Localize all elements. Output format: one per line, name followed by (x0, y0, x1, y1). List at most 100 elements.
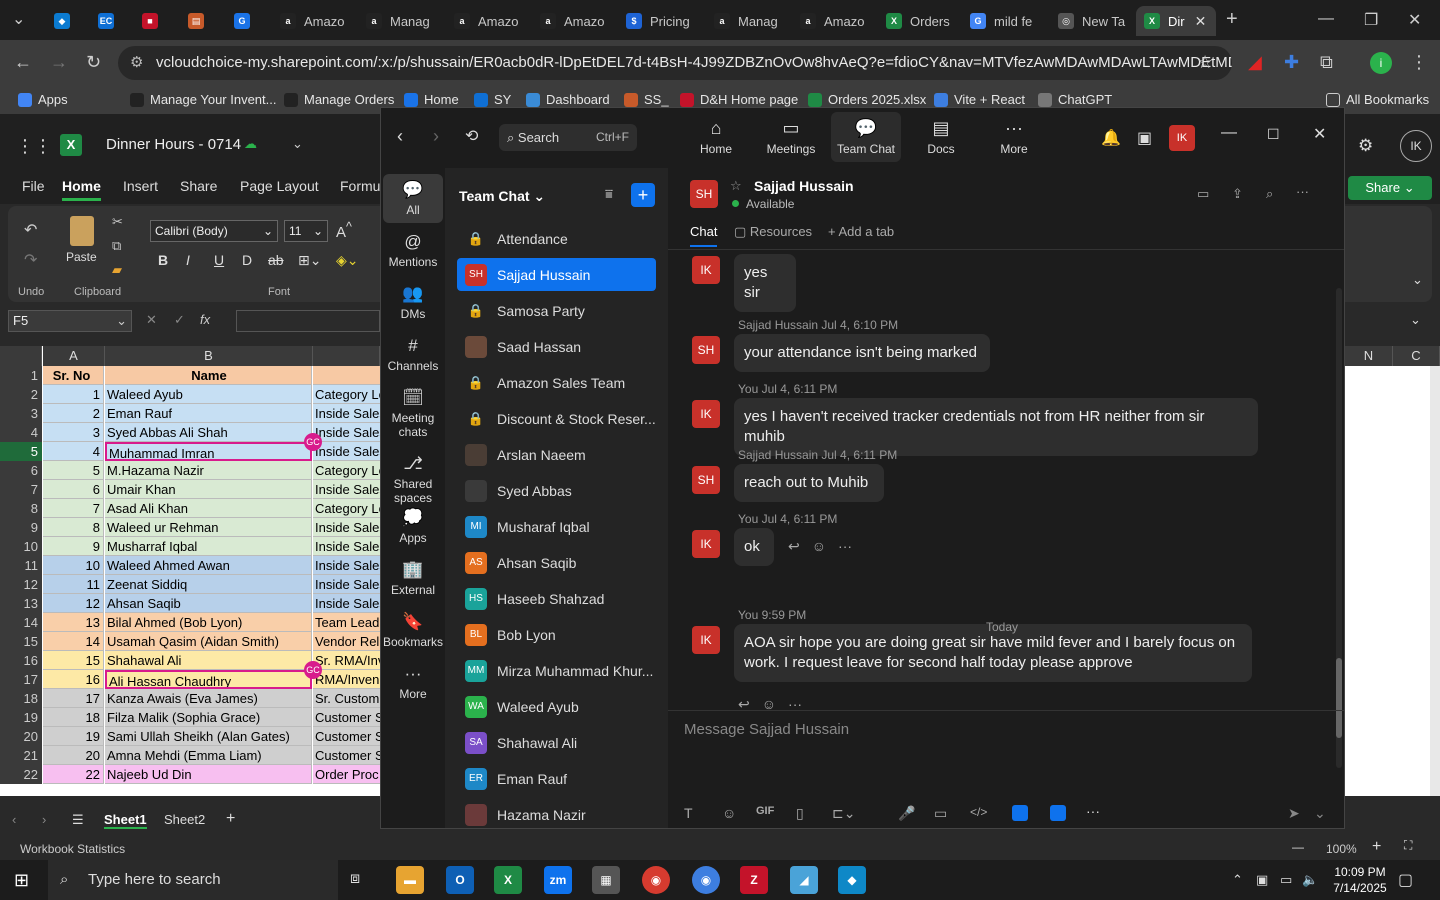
zoom-in-icon[interactable]: + (1372, 838, 1381, 856)
message-avatar[interactable]: IK (692, 400, 720, 428)
browser-tab[interactable]: a Amazo (272, 6, 356, 36)
underline-icon[interactable]: U (214, 252, 224, 268)
collapse-ribbon-icon[interactable]: ⌄ (1412, 272, 1423, 288)
reload-icon[interactable]: ↻ (86, 52, 101, 73)
browser-tab[interactable]: ◆ (46, 6, 86, 36)
cell-role[interactable]: Inside Sales (313, 404, 380, 423)
tray-chevron-icon[interactable]: ⌃ (1232, 872, 1243, 888)
tab-file[interactable]: File (22, 178, 45, 194)
cell-sr-no[interactable]: 22 (43, 765, 104, 784)
code-snippet-icon[interactable]: </> (970, 805, 987, 819)
screenshot-icon[interactable]: ⊏⌄ (832, 805, 855, 822)
row-header[interactable]: 9 (0, 518, 42, 537)
cell-role[interactable]: Customer S (313, 746, 380, 765)
tab-insert[interactable]: Insert (123, 178, 158, 194)
browser-tab[interactable]: G (226, 6, 266, 36)
calculator-icon[interactable]: ▦ (592, 866, 620, 894)
chat-list-item[interactable]: ER Eman Rauf (457, 762, 656, 795)
excel-taskbar-icon[interactable]: X (494, 866, 522, 894)
cell-sr-no[interactable]: 6 (43, 480, 104, 499)
add-sheet-icon[interactable]: + (226, 810, 235, 828)
row-header[interactable]: 1 (0, 366, 42, 385)
nav-docs[interactable]: ▤ Docs (906, 118, 976, 156)
cell-sr-no[interactable]: Sr. No (43, 366, 104, 385)
rail-item-all[interactable]: 💬 All (383, 174, 443, 223)
chat-list-item[interactable]: 🔒 Discount & Stock Reser... (457, 402, 656, 435)
maximize-icon[interactable]: ☐ (1267, 126, 1280, 143)
cell-name[interactable]: Zeenat Siddiq (105, 575, 312, 594)
clock-date[interactable]: 7/14/2025 (1330, 881, 1390, 895)
cell-role[interactable]: Inside Sales (313, 537, 380, 556)
cell-sr-no[interactable]: 1 (43, 385, 104, 404)
row-header[interactable]: 2 (0, 385, 42, 404)
row-header[interactable]: 14 (0, 613, 42, 632)
message-scrollbar[interactable] (1336, 288, 1342, 768)
cell-sr-no[interactable]: 15 (43, 651, 104, 670)
chat-list-item[interactable]: MI Musharaf Iqbal (457, 510, 656, 543)
clock-time[interactable]: 10:09 PM (1330, 865, 1390, 879)
cell-name[interactable]: Sami Ullah Sheikh (Alan Gates) (105, 727, 312, 746)
prev-sheet-icon[interactable]: ‹ (12, 812, 16, 827)
filezilla-icon[interactable]: Z (740, 866, 768, 894)
voice-message-icon[interactable]: 🎤 (898, 805, 915, 822)
rail-item-dms[interactable]: 👥 DMs (383, 278, 443, 327)
undo-icon[interactable]: ↶ (24, 220, 37, 240)
chat-list-item[interactable]: HS Haseeb Shahzad (457, 582, 656, 615)
chat-list-item[interactable]: SH Sajjad Hussain (457, 258, 656, 291)
cell-name[interactable]: Umair Khan (105, 480, 312, 499)
bookmark-item[interactable]: Dashboard (526, 92, 610, 107)
cell-name[interactable]: Usamah Qasim (Aidan Smith) (105, 632, 312, 651)
nav-home[interactable]: ⌂ Home (681, 118, 751, 156)
restore-icon[interactable]: ❐ (1364, 10, 1378, 30)
column-header[interactable]: B (105, 346, 313, 366)
all-sheets-icon[interactable]: ☰ (72, 812, 84, 828)
zoom-out-icon[interactable]: — (1292, 840, 1304, 854)
cell-sr-no[interactable]: 20 (43, 746, 104, 765)
cell-sr-no[interactable]: 5 (43, 461, 104, 480)
rail-item-bookmarks[interactable]: 🔖 Bookmarks (383, 606, 443, 655)
gif-icon[interactable]: GIF (756, 805, 774, 817)
row-header[interactable]: 19 (0, 708, 42, 727)
search-input[interactable]: ⌕ Search Ctrl+F (499, 124, 637, 151)
taskbar-search-input[interactable]: ⌕ Type here to search (48, 860, 338, 900)
increase-font-icon[interactable]: A^ (336, 220, 352, 241)
address-bar[interactable]: ⚙ vcloudchoice-my.sharepoint.com/:x:/p/s… (118, 46, 1232, 80)
next-sheet-icon[interactable]: › (42, 812, 46, 827)
paste-label[interactable]: Paste (66, 250, 97, 264)
team-chat-title[interactable]: Team Chat ⌄ (459, 188, 545, 205)
strikethrough-icon[interactable]: ab (268, 252, 284, 268)
cell-name[interactable]: Kanza Awais (Eva James) (105, 689, 312, 708)
bookmark-item[interactable]: Manage Your Invent... (130, 92, 276, 107)
message-bubble[interactable]: reach out to Muhib (734, 464, 884, 502)
back-icon[interactable]: ‹ (397, 126, 403, 147)
bookmark-item[interactable]: Orders 2025.xlsx (808, 92, 926, 107)
browser-tab[interactable]: X Orders (878, 6, 962, 36)
message-bubble[interactable]: yes sir (734, 254, 796, 312)
title-chevron-icon[interactable]: ⌄ (292, 136, 303, 152)
workbook-statistics[interactable]: Workbook Statistics (20, 842, 125, 856)
chrome-icon[interactable]: ◉ (642, 866, 670, 894)
tray-app-icon[interactable]: ▣ (1256, 872, 1268, 888)
minimize-icon[interactable]: — (1318, 10, 1334, 28)
nav-meetings[interactable]: ▭ Meetings (756, 118, 826, 156)
cell-role[interactable]: Inside Sales (313, 480, 380, 499)
chat-list-item[interactable]: SA Shahawal Ali (457, 726, 656, 759)
nav-team-chat[interactable]: 💬 Team Chat (831, 112, 901, 162)
cell-sr-no[interactable]: 17 (43, 689, 104, 708)
row-header[interactable]: 21 (0, 746, 42, 765)
react-icon[interactable]: ☺ (812, 538, 826, 554)
row-header[interactable]: 5 (0, 442, 42, 461)
message-input[interactable]: Message Sajjad Hussain (684, 721, 849, 738)
windows-start-icon[interactable]: ⊞ (14, 870, 29, 891)
borders-icon[interactable]: ⊞⌄ (298, 252, 321, 269)
tab-search-icon[interactable]: ⌄ (12, 9, 25, 29)
send-options-icon[interactable]: ⌄ (1314, 805, 1326, 822)
bookmark-item[interactable]: Manage Orders (284, 92, 394, 107)
more-tools-icon[interactable]: ··· (1086, 803, 1100, 819)
cell-role[interactable]: Inside Sales (313, 594, 380, 613)
chat-list-item[interactable]: 🔒 Attendance (457, 222, 656, 255)
browser-tab[interactable]: a Manag (706, 6, 790, 36)
font-size-select[interactable]: 11 ⌄ (284, 220, 328, 242)
row-header[interactable]: 3 (0, 404, 42, 423)
user-avatar[interactable]: IK (1169, 125, 1195, 151)
